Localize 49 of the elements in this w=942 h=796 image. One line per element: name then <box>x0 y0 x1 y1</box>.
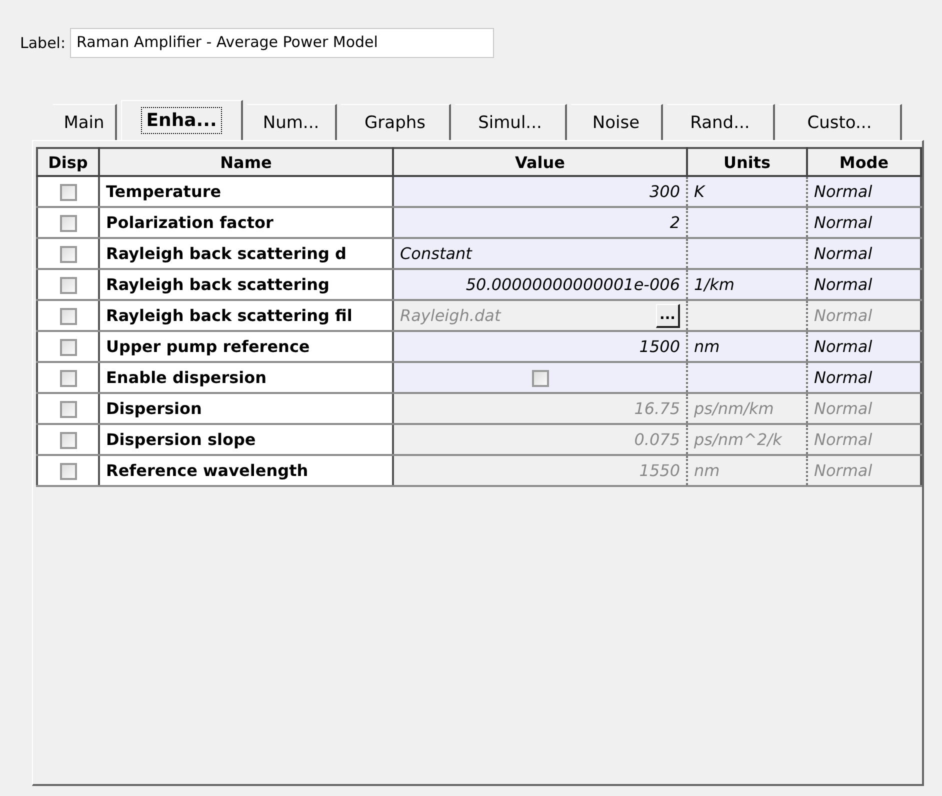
label-caption: Label: <box>20 34 66 52</box>
name-cell: Dispersion <box>99 393 393 424</box>
units-cell: K <box>687 176 807 207</box>
name-cell: Temperature <box>99 176 393 207</box>
value-cell[interactable]: 300 <box>393 176 687 207</box>
column-header[interactable]: Disp <box>37 148 99 176</box>
value-cell[interactable]: Constant <box>393 238 687 269</box>
value-cell[interactable]: 1500 <box>393 331 687 362</box>
tab[interactable]: Enha... <box>121 100 243 140</box>
tab[interactable]: Rand... <box>667 104 775 140</box>
mode-cell[interactable]: Normal <box>807 331 921 362</box>
value-cell[interactable]: 50.00000000000001e-006 <box>393 269 687 300</box>
name-cell: Upper pump reference <box>99 331 393 362</box>
column-header[interactable]: Mode <box>807 148 921 176</box>
name-cell: Rayleigh back scattering fil <box>99 300 393 331</box>
units-cell: nm <box>687 455 807 486</box>
name-cell: Polarization factor <box>99 207 393 238</box>
tab[interactable]: Graphs <box>341 104 451 140</box>
tab[interactable]: Main <box>53 104 117 140</box>
name-cell: Reference wavelength <box>99 455 393 486</box>
display-checkbox[interactable] <box>60 215 76 232</box>
units-cell: 1/km <box>687 269 807 300</box>
mode-cell[interactable]: Normal <box>807 362 921 393</box>
mode-cell[interactable]: Normal <box>807 269 921 300</box>
value-cell[interactable]: 2 <box>393 207 687 238</box>
display-checkbox[interactable] <box>60 370 76 388</box>
name-cell: Rayleigh back scattering d <box>99 238 393 269</box>
display-checkbox[interactable] <box>60 277 76 294</box>
mode-cell[interactable]: Normal <box>807 207 921 238</box>
display-checkbox[interactable] <box>60 339 76 356</box>
name-cell: Enable dispersion <box>99 362 393 393</box>
units-cell: nm <box>687 331 807 362</box>
value-checkbox[interactable] <box>532 370 548 388</box>
label-input-field[interactable]: Raman Amplifier - Average Power Model <box>70 28 494 58</box>
tab[interactable]: Custo... <box>779 104 902 140</box>
units-cell: ps/nm/km <box>687 393 807 424</box>
mode-cell[interactable]: Normal <box>807 176 921 207</box>
tab[interactable]: Simul... <box>455 104 567 140</box>
tab[interactable]: Noise <box>571 104 663 140</box>
tab[interactable]: Num... <box>247 104 337 140</box>
name-cell: Rayleigh back scattering <box>99 269 393 300</box>
name-cell: Dispersion slope <box>99 424 393 455</box>
mode-cell[interactable]: Normal <box>807 238 921 269</box>
display-checkbox[interactable] <box>60 184 76 202</box>
units-cell: ps/nm^2/k <box>687 424 807 455</box>
column-header[interactable]: Units <box>687 148 807 176</box>
column-header[interactable]: Name <box>99 148 393 176</box>
column-header[interactable]: Value <box>393 148 687 176</box>
display-checkbox[interactable] <box>60 246 76 264</box>
